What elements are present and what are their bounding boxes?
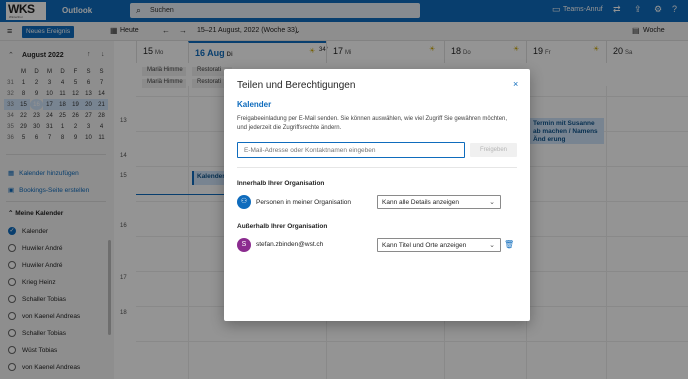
divider [237, 167, 517, 168]
inside-permission-dropdown[interactable]: Kann alle Details anzeigen ⌄ [377, 195, 501, 209]
dialog-description: Freigabeeinladung per E-Mail senden. Sie… [237, 116, 508, 131]
trash-icon[interactable]: 🗑 [504, 240, 514, 249]
outside-permission-dropdown[interactable]: Kann Titel und Orte anzeigen ⌄ [377, 238, 501, 252]
outside-person-email: stefan.zbinden@wst.ch [256, 241, 324, 248]
share-button[interactable]: Freigeben [470, 143, 517, 157]
chevron-down-icon: ⌄ [489, 199, 495, 206]
email-field[interactable] [237, 142, 465, 158]
organization-icon: ⚇ [237, 195, 251, 209]
inside-org-heading: Innerhalb Ihrer Organisation [237, 180, 325, 187]
share-permissions-dialog: Teilen und Berechtigungen × Kalender Fre… [224, 69, 530, 321]
outside-org-heading: Außerhalb Ihrer Organisation [237, 223, 328, 230]
inside-permission-value: Kann alle Details anzeigen [382, 199, 459, 206]
outside-permission-value: Kann Titel und Orte anzeigen [382, 242, 467, 249]
close-icon[interactable]: × [513, 79, 518, 89]
avatar: S [237, 238, 251, 252]
dialog-subtitle: Kalender [237, 100, 272, 109]
dialog-title: Teilen und Berechtigungen [237, 80, 356, 91]
chevron-down-icon: ⌄ [489, 242, 495, 249]
inside-person: Personen in meiner Organisation [256, 199, 352, 206]
